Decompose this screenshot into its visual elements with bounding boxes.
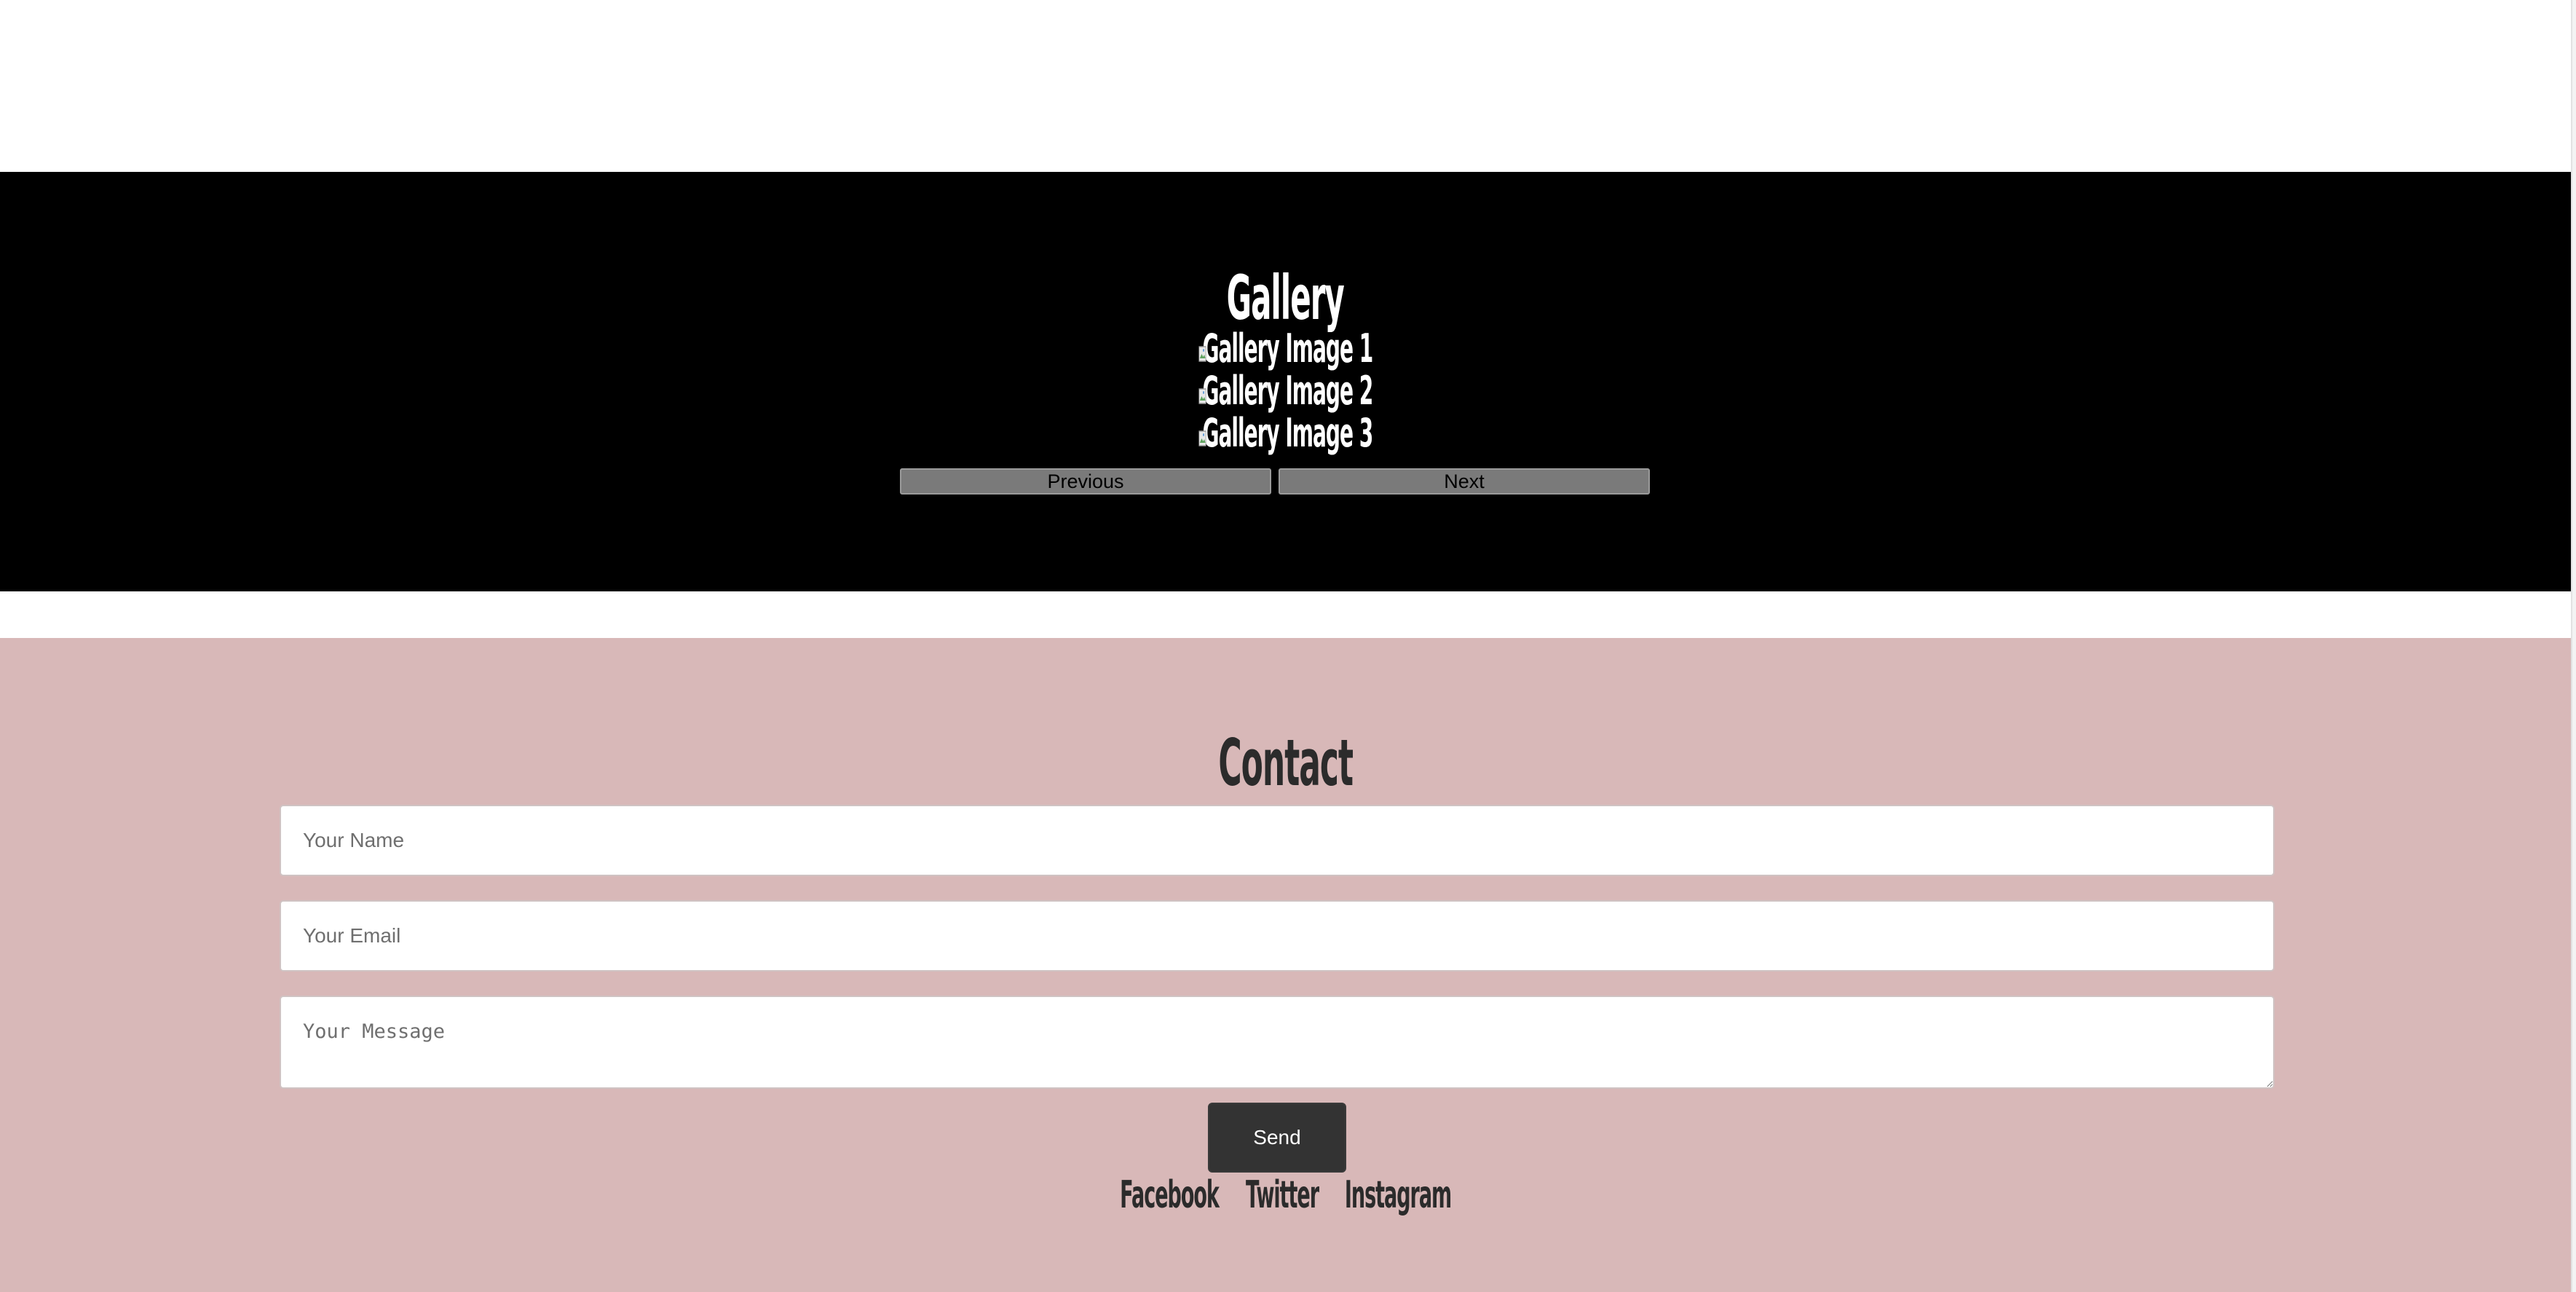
message-textarea[interactable] bbox=[280, 996, 2275, 1089]
gallery-image-alt: Gallery Image 1 bbox=[1202, 326, 1373, 371]
broken-image-icon bbox=[1198, 371, 1206, 404]
page: Gallery Gallery Image 1 Gallery Image 2 … bbox=[0, 0, 2576, 1292]
broken-image-icon bbox=[1198, 414, 1206, 446]
facebook-link-label: Facebook bbox=[1120, 1173, 1220, 1217]
gallery-image-3: Gallery Image 3 bbox=[0, 412, 2571, 454]
gallery-nav: Previous Next bbox=[900, 468, 1653, 495]
top-spacer bbox=[0, 0, 2571, 172]
previous-button[interactable]: Previous bbox=[900, 468, 1271, 495]
twitter-link-label: Twitter bbox=[1245, 1173, 1319, 1217]
contact-title-row: Contact bbox=[0, 728, 2571, 798]
twitter-link[interactable]: Twitter bbox=[1238, 1170, 1326, 1221]
gallery-section: Gallery Gallery Image 1 Gallery Image 2 … bbox=[0, 172, 2571, 591]
send-button[interactable]: Send bbox=[1208, 1103, 1346, 1173]
gallery-title: Gallery bbox=[1226, 262, 1345, 334]
contact-title: Contact bbox=[1218, 725, 1354, 800]
contact-section: Contact Send Facebook Twitter Instagram bbox=[0, 638, 2571, 1292]
facebook-link[interactable]: Facebook bbox=[1118, 1170, 1220, 1221]
gallery-image-alt: Gallery Image 3 bbox=[1202, 410, 1373, 456]
instagram-link[interactable]: Instagram bbox=[1343, 1170, 1453, 1221]
broken-image-icon bbox=[1198, 329, 1206, 362]
gallery-images: Gallery Image 1 Gallery Image 2 Gallery … bbox=[0, 328, 2571, 454]
social-links: Facebook Twitter Instagram bbox=[0, 1170, 2571, 1221]
gallery-image-2: Gallery Image 2 bbox=[0, 370, 2571, 412]
gallery-image-1: Gallery Image 1 bbox=[0, 328, 2571, 370]
email-input[interactable] bbox=[280, 900, 2275, 972]
name-input[interactable] bbox=[280, 805, 2275, 876]
gallery-image-alt: Gallery Image 2 bbox=[1202, 368, 1373, 414]
gallery-title-row: Gallery bbox=[0, 265, 2571, 331]
next-button[interactable]: Next bbox=[1279, 468, 1650, 495]
section-gap bbox=[0, 591, 2571, 638]
instagram-link-label: Instagram bbox=[1344, 1173, 1452, 1217]
page-scrollbar[interactable] bbox=[2571, 0, 2576, 1292]
